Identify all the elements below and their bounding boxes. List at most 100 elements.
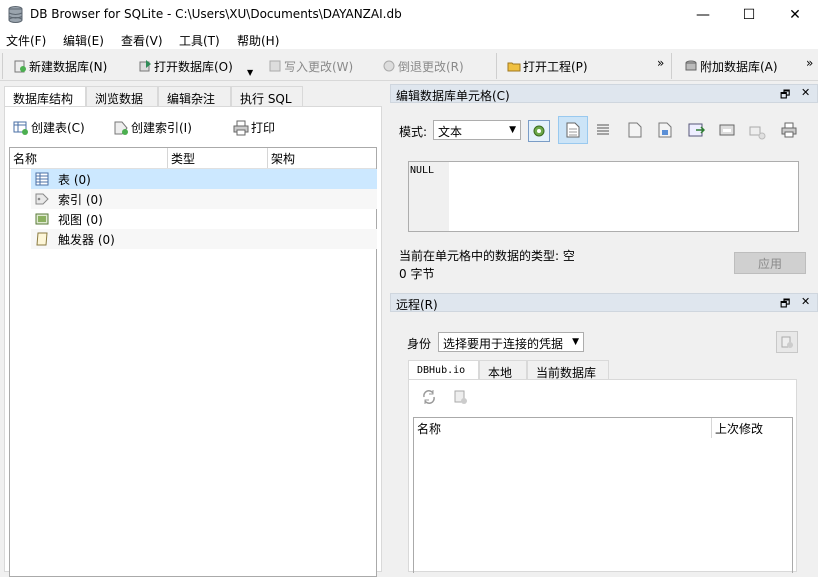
- toolbar-separator: [496, 53, 497, 79]
- remote-panel: 身份 选择要用于连接的凭据 ▼ DBHub.io 本地 当前数据库 名称 上次修…: [390, 312, 818, 573]
- table-icon: [35, 172, 49, 186]
- export-file-icon[interactable]: [656, 121, 674, 139]
- clone-button[interactable]: [776, 331, 798, 353]
- print-cell-icon[interactable]: [780, 121, 798, 139]
- open-database-label: 打开数据库(O): [154, 59, 233, 74]
- create-index-label: 创建索引(I): [131, 121, 192, 135]
- dbhub-tab-content: 名称 上次修改: [408, 379, 797, 573]
- create-table-label: 创建表(C): [31, 121, 85, 135]
- clone-database-icon[interactable]: [453, 389, 469, 405]
- window-title: DB Browser for SQLite - C:\Users\XU\Docu…: [30, 7, 402, 21]
- menu-tools[interactable]: 工具(T): [179, 32, 220, 49]
- maximize-button[interactable]: ☐: [726, 0, 772, 29]
- identity-select[interactable]: 选择要用于连接的凭据 ▼: [438, 332, 584, 352]
- title-bar: DB Browser for SQLite - C:\Users\XU\Docu…: [0, 0, 818, 29]
- toolbar-overflow-2[interactable]: »: [806, 56, 813, 70]
- toolbar-grip: [2, 53, 3, 79]
- tree-row-indices[interactable]: 索引 (0): [31, 189, 377, 209]
- cell-content: NULL: [410, 165, 435, 176]
- toolbar-overflow-1[interactable]: »: [657, 56, 664, 70]
- new-database-label: 新建数据库(N): [29, 59, 108, 74]
- print-label: 打印: [251, 121, 276, 135]
- new-database-button[interactable]: 新建数据库(N): [13, 57, 107, 75]
- open-project-button[interactable]: 打开工程(P): [507, 57, 588, 75]
- attach-database-label: 附加数据库(A): [700, 59, 778, 74]
- menu-view[interactable]: 查看(V): [121, 32, 163, 49]
- identity-select-value: 选择要用于连接的凭据: [443, 337, 564, 351]
- mode-label: 模式:: [399, 125, 428, 139]
- schema-tree[interactable]: 名称 类型 架构 表 (0) 索引 (0) 视图 (0) 触发器 (0): [9, 147, 377, 577]
- column-header-last-modified[interactable]: 上次修改: [712, 418, 792, 438]
- tab-dbhub[interactable]: DBHub.io: [408, 360, 479, 380]
- menu-edit[interactable]: 编辑(E): [63, 32, 104, 49]
- create-table-icon: [13, 121, 28, 135]
- write-changes-button[interactable]: 写入更改(W): [268, 57, 353, 75]
- auto-switch-mode-button[interactable]: [528, 120, 550, 142]
- column-header-schema[interactable]: 架构: [268, 148, 376, 168]
- open-project-label: 打开工程(P): [523, 59, 588, 74]
- text-mode-button[interactable]: [558, 116, 588, 144]
- main-toolbar: 新建数据库(N) 打开数据库(O) ▼ 写入更改(W) 倒退更改(R) 打开工程…: [0, 49, 818, 81]
- tab-execute-sql[interactable]: 执行 SQL: [231, 86, 303, 106]
- revert-changes-icon: [383, 60, 395, 72]
- write-changes-icon: [269, 60, 281, 72]
- menu-file[interactable]: 文件(F): [6, 32, 46, 49]
- edit-cell-panel-title: 编辑数据库单元格(C) 🗗 ✕: [390, 84, 818, 103]
- minimize-button[interactable]: —: [680, 0, 726, 29]
- tree-row-label: 表 (0): [58, 172, 91, 187]
- tree-row-tables[interactable]: 表 (0): [31, 169, 377, 189]
- tab-current-database[interactable]: 当前数据库: [527, 360, 609, 380]
- remote-panel-title: 远程(R) 🗗 ✕: [390, 293, 818, 312]
- cell-type-text: 当前在单元格中的数据的类型: 空: [399, 249, 575, 263]
- cell-size-text: 0 字节: [399, 267, 435, 281]
- print-button[interactable]: 打印: [233, 119, 275, 136]
- tree-row-triggers[interactable]: 触发器 (0): [31, 229, 377, 249]
- menu-help[interactable]: 帮助(H): [237, 32, 279, 49]
- mode-select[interactable]: 文本 ▼: [433, 120, 521, 140]
- set-null-icon[interactable]: [748, 123, 766, 141]
- refresh-icon[interactable]: [421, 389, 437, 405]
- tab-local[interactable]: 本地: [479, 360, 527, 380]
- close-button[interactable]: ✕: [772, 0, 818, 29]
- gear-icon: [533, 125, 545, 137]
- printer-icon: [233, 120, 249, 135]
- create-index-icon: [114, 121, 128, 135]
- trigger-icon: [36, 232, 48, 246]
- column-header-name[interactable]: 名称: [10, 148, 168, 168]
- attach-database-button[interactable]: 附加数据库(A): [684, 57, 778, 75]
- save-cell-icon[interactable]: [718, 121, 736, 139]
- tree-row-views[interactable]: 视图 (0): [31, 209, 377, 229]
- tree-row-label: 索引 (0): [58, 192, 103, 207]
- edit-cell-title: 编辑数据库单元格(C): [396, 89, 510, 103]
- open-in-external-icon[interactable]: [687, 121, 705, 139]
- open-dropdown-arrow-icon[interactable]: ▼: [247, 68, 253, 77]
- db-app-icon: [8, 6, 23, 23]
- menu-bar: 文件(F) 编辑(E) 查看(V) 工具(T) 帮助(H): [0, 29, 818, 49]
- column-header-name[interactable]: 名称: [414, 418, 712, 438]
- apply-button[interactable]: 应用: [734, 252, 806, 274]
- remote-title: 远程(R): [396, 298, 438, 312]
- create-table-button[interactable]: 创建表(C): [13, 119, 85, 136]
- column-header-type[interactable]: 类型: [168, 148, 268, 168]
- toolbar-separator-2: [671, 53, 672, 79]
- document-icon: [566, 122, 580, 138]
- splitter[interactable]: [383, 84, 389, 572]
- tab-edit-pragmas[interactable]: 编辑杂注: [158, 86, 231, 106]
- clone-icon: [781, 336, 793, 348]
- chevron-down-icon: ▼: [509, 125, 516, 135]
- remote-file-list[interactable]: 名称 上次修改: [413, 417, 793, 573]
- revert-changes-label: 倒退更改(R): [398, 59, 464, 74]
- close-panel-icon[interactable]: ✕: [801, 295, 810, 308]
- index-icon: [35, 193, 49, 205]
- revert-changes-button[interactable]: 倒退更改(R): [382, 57, 464, 75]
- tab-browse-data[interactable]: 浏览数据: [86, 86, 158, 106]
- close-panel-icon[interactable]: ✕: [801, 86, 810, 99]
- write-changes-label: 写入更改(W): [284, 59, 354, 74]
- open-database-button[interactable]: 打开数据库(O): [138, 57, 233, 75]
- tab-database-structure[interactable]: 数据库结构: [4, 86, 86, 106]
- create-index-button[interactable]: 创建索引(I): [113, 119, 192, 136]
- cell-editor-textarea[interactable]: NULL: [408, 161, 799, 232]
- word-wrap-icon[interactable]: [596, 123, 610, 137]
- import-file-icon[interactable]: [626, 121, 644, 139]
- open-project-icon: [507, 62, 521, 72]
